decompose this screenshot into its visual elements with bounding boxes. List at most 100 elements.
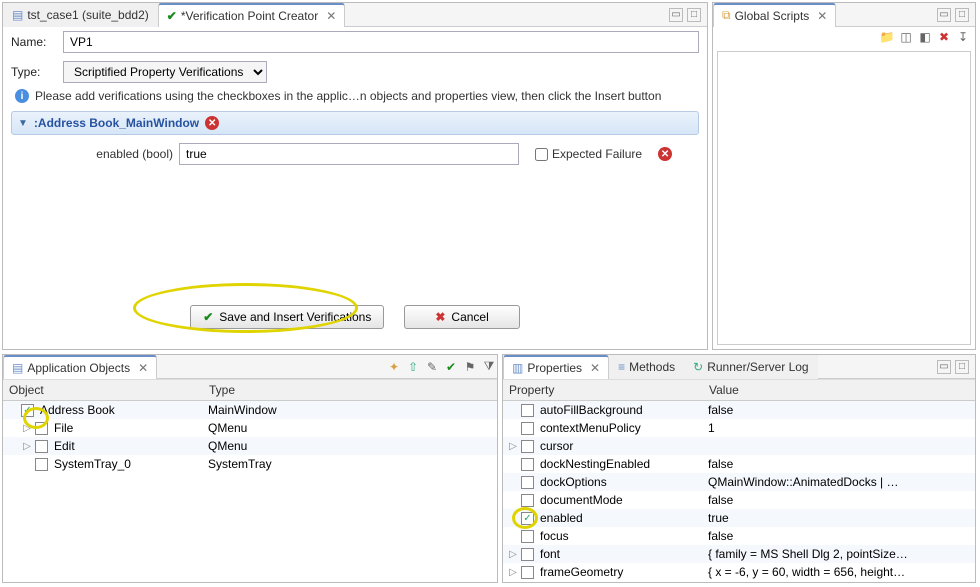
open-icon[interactable]: ◧	[917, 29, 933, 45]
row-checkbox[interactable]	[35, 440, 48, 453]
property-name: dockOptions	[536, 475, 708, 489]
row-checkbox[interactable]	[35, 422, 48, 435]
property-value: false	[708, 529, 975, 543]
expected-failure-label[interactable]: Expected Failure	[535, 147, 642, 161]
expected-failure-checkbox[interactable]	[535, 148, 548, 161]
stack-icon	[722, 8, 731, 23]
collapse-icon[interactable]: ▼	[18, 118, 28, 129]
row-checkbox[interactable]	[521, 530, 534, 543]
table-row[interactable]: dockOptionsQMainWindow::AnimatedDocks | …	[503, 473, 975, 491]
new-icon[interactable]: ◫	[898, 29, 914, 45]
sort-icon[interactable]: ↧	[955, 29, 971, 45]
expand-icon[interactable]: ▷	[507, 567, 519, 578]
property-value: { family = MS Shell Dlg 2, pointSize…	[708, 547, 975, 561]
tab-vp-creator[interactable]: *Verification Point Creator ✕	[158, 3, 346, 27]
property-name: dockNestingEnabled	[536, 457, 708, 471]
table-row[interactable]: ▷FileQMenu	[3, 419, 497, 437]
property-value-input[interactable]	[179, 143, 519, 165]
remove-property-icon[interactable]: ✕	[658, 147, 672, 161]
row-checkbox[interactable]	[35, 458, 48, 471]
properties-header: Property Value	[503, 379, 975, 401]
tab-methods[interactable]: Methods	[609, 355, 684, 379]
col-object[interactable]: Object	[3, 380, 203, 400]
tab-label: Runner/Server Log	[707, 360, 808, 374]
tab-application-objects[interactable]: Application Objects ✕	[3, 355, 157, 379]
tab-label: *Verification Point Creator	[181, 9, 318, 23]
tab-runner-log[interactable]: Runner/Server Log	[684, 355, 817, 379]
filter-icon[interactable]: ⧩	[481, 359, 497, 375]
folder-icon[interactable]: 📁	[879, 29, 895, 45]
name-input[interactable]	[63, 31, 699, 53]
table-row[interactable]: ▷cursor	[503, 437, 975, 455]
edit-icon[interactable]: ✎	[424, 359, 440, 375]
table-row[interactable]: ▷EditQMenu	[3, 437, 497, 455]
object-name: SystemTray_0	[50, 457, 208, 471]
row-checkbox[interactable]	[521, 476, 534, 489]
type-select[interactable]: Scriptified Property Verifications	[63, 61, 267, 83]
remove-object-icon[interactable]: ✕	[205, 116, 219, 130]
col-property[interactable]: Property	[503, 380, 703, 400]
table-row[interactable]: enabledtrue	[503, 509, 975, 527]
table-row[interactable]: focusfalse	[503, 527, 975, 545]
row-checkbox[interactable]	[521, 494, 534, 507]
row-checkbox[interactable]	[521, 548, 534, 561]
app-objects-tabbar: Application Objects ✕ ✦ ⇧ ✎ ✔ ⚑ ⧩	[3, 355, 497, 379]
property-value: 1	[708, 421, 975, 435]
minimize-button[interactable]: ▭	[669, 8, 683, 22]
row-checkbox[interactable]	[21, 404, 34, 417]
close-icon[interactable]: ✕	[138, 361, 148, 375]
expand-icon[interactable]: ▷	[507, 441, 519, 452]
tab-label: Application Objects	[27, 361, 130, 375]
object-name: :Address Book_MainWindow	[34, 116, 199, 130]
refresh-icon[interactable]: ✦	[386, 359, 402, 375]
editor-window-buttons: ▭ □	[663, 8, 707, 22]
close-icon[interactable]: ✕	[326, 9, 336, 23]
delete-icon[interactable]: ✖	[936, 29, 952, 45]
maximize-button[interactable]: □	[687, 8, 701, 22]
row-checkbox[interactable]	[521, 440, 534, 453]
property-name: enabled	[536, 511, 708, 525]
expand-icon[interactable]: ▷	[21, 441, 33, 452]
col-value[interactable]: Value	[703, 380, 975, 400]
table-row[interactable]: ▷frameGeometry{ x = -6, y = 60, width = …	[503, 563, 975, 581]
tab-tst-case1[interactable]: tst_case1 (suite_bdd2)	[3, 3, 158, 27]
table-row[interactable]: dockNestingEnabledfalse	[503, 455, 975, 473]
table-row[interactable]: contextMenuPolicy1	[503, 419, 975, 437]
property-name: documentMode	[536, 493, 708, 507]
col-type[interactable]: Type	[203, 380, 497, 400]
property-value: true	[708, 511, 975, 525]
tab-properties[interactable]: Properties ✕	[503, 355, 609, 379]
expand-icon[interactable]: ▷	[21, 423, 33, 434]
close-icon[interactable]: ✕	[817, 9, 827, 23]
maximize-button[interactable]: □	[955, 8, 969, 22]
save-insert-button[interactable]: ✔ Save and Insert Verifications	[190, 305, 384, 329]
name-row: Name:	[3, 27, 707, 57]
minimize-button[interactable]: ▭	[937, 360, 951, 374]
minimize-button[interactable]: ▭	[937, 8, 951, 22]
properties-tabbar: Properties ✕ Methods Runner/Server Log ▭…	[503, 355, 975, 379]
close-icon[interactable]: ✕	[590, 361, 600, 375]
table-row[interactable]: autoFillBackgroundfalse	[503, 401, 975, 419]
property-value: false	[708, 457, 975, 471]
row-checkbox[interactable]	[521, 404, 534, 417]
tab-label: Properties	[527, 361, 582, 375]
maximize-button[interactable]: □	[955, 360, 969, 374]
row-checkbox[interactable]	[521, 512, 534, 525]
table-row[interactable]: ▷font{ family = MS Shell Dlg 2, pointSiz…	[503, 545, 975, 563]
up-icon[interactable]: ⇧	[405, 359, 421, 375]
check-icon[interactable]: ✔	[443, 359, 459, 375]
table-row[interactable]: documentModefalse	[503, 491, 975, 509]
property-name: frameGeometry	[536, 565, 708, 579]
table-row[interactable]: SystemTray_0SystemTray	[3, 455, 497, 473]
expand-icon[interactable]: ▷	[507, 549, 519, 560]
table-row[interactable]: Address BookMainWindow	[3, 401, 497, 419]
row-checkbox[interactable]	[521, 566, 534, 579]
tab-global-scripts[interactable]: Global Scripts ✕	[713, 3, 836, 27]
global-scripts-panel: Global Scripts ✕ ▭ □ 📁 ◫ ◧ ✖ ↧	[712, 2, 976, 350]
x-icon: ✖	[435, 310, 445, 324]
cancel-button[interactable]: ✖ Cancel	[404, 305, 519, 329]
verification-object-header[interactable]: ▼ :Address Book_MainWindow ✕	[11, 111, 699, 135]
row-checkbox[interactable]	[521, 422, 534, 435]
row-checkbox[interactable]	[521, 458, 534, 471]
config-icon[interactable]: ⚑	[462, 359, 478, 375]
